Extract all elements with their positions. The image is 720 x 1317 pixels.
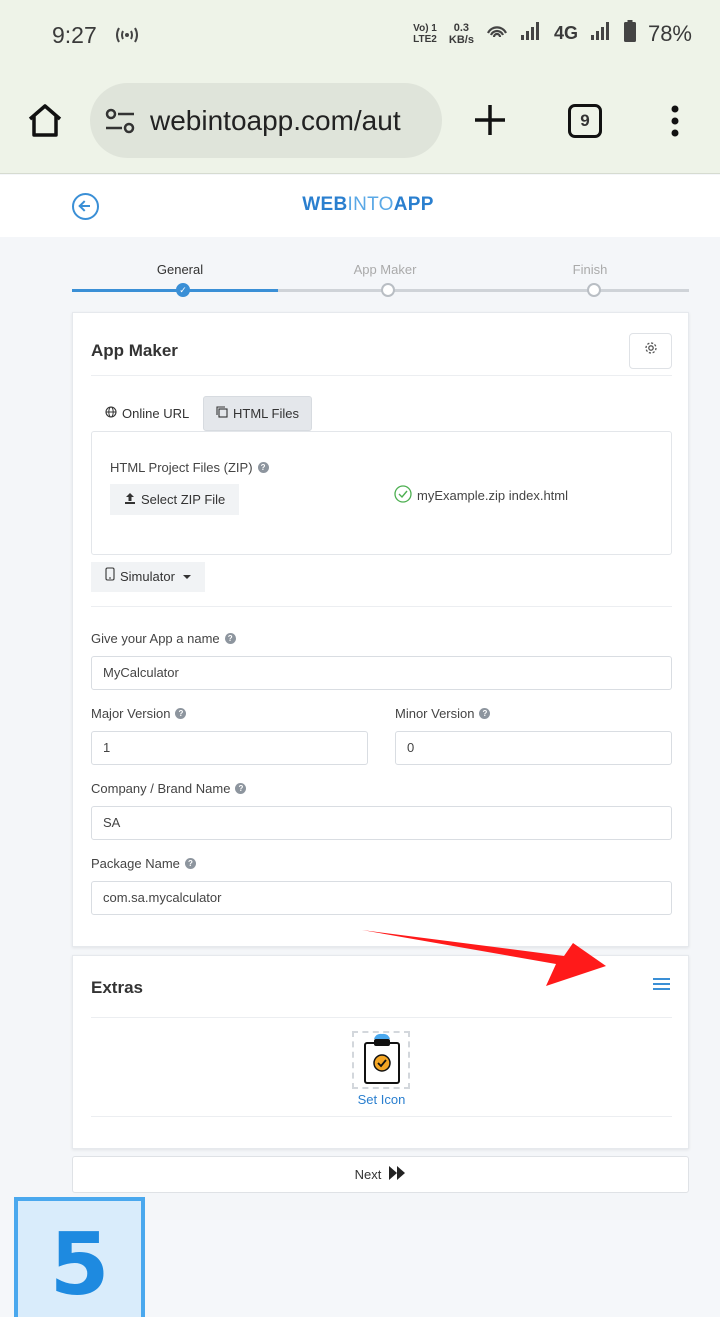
gear-icon[interactable] (629, 333, 672, 369)
select-zip-button[interactable]: Select ZIP File (110, 484, 240, 515)
major-version-input[interactable]: 1 (91, 731, 368, 765)
app-maker-card: App Maker Online URL HTML Files HTML Pro… (72, 312, 689, 947)
help-icon[interactable]: ? (184, 858, 196, 869)
clipboard-icon (364, 1033, 400, 1084)
battery-percent: 78% (647, 20, 692, 46)
new-tab-icon[interactable] (472, 102, 508, 143)
divider (91, 1017, 672, 1018)
help-icon[interactable]: ? (257, 462, 269, 473)
upload-icon (124, 484, 136, 515)
tab-switcher-button[interactable]: 9 (568, 104, 602, 138)
copy-icon (216, 396, 228, 431)
page-header: WEBINTOAPP (0, 175, 720, 237)
app-name-input[interactable]: MyCalculator (91, 656, 672, 690)
set-icon-link[interactable]: Set Icon (73, 1092, 690, 1107)
battery-icon (623, 20, 636, 47)
html-files-panel: HTML Project Files (ZIP) ? Select ZIP Fi… (91, 431, 672, 555)
extras-title: Extras (91, 978, 143, 997)
step-app-maker-label: App Maker (353, 262, 417, 277)
step-dot-app-maker (381, 283, 395, 297)
caret-down-icon (182, 575, 191, 579)
network-type: 4G (553, 23, 578, 43)
volte-indicator: Vo) 1 LTE2 (413, 22, 437, 45)
menu-icon[interactable] (653, 978, 670, 991)
mobile-icon (105, 562, 115, 592)
annotation-arrow (362, 930, 606, 986)
zip-field-label: HTML Project Files (ZIP) ? (110, 460, 269, 475)
divider (91, 375, 672, 376)
wizard-stepper: General App Maker Finish ✓ (72, 257, 689, 297)
app-name-label: Give your App a name? (91, 631, 236, 646)
tab-online-url[interactable]: Online URL (93, 396, 201, 431)
app-icon-preview[interactable] (352, 1031, 410, 1089)
brand-logo: WEBINTOAPP (302, 194, 434, 215)
divider (91, 1116, 672, 1117)
status-indicators: Vo) 1 LTE2 0.3 KB/s 4G 78% (413, 20, 692, 47)
company-label: Company / Brand Name? (91, 781, 247, 796)
signal-icon-2 (590, 21, 612, 46)
browser-toolbar: webintoapp.com/aut 9 (0, 72, 720, 174)
package-input[interactable]: com.sa.mycalculator (91, 881, 672, 915)
tab-html-files[interactable]: HTML Files (203, 396, 312, 431)
web-page: WEBINTOAPP General App Maker Finish ✓ Ap… (0, 175, 720, 1220)
company-input[interactable]: SA (91, 806, 672, 840)
check-circle-icon (394, 485, 412, 506)
app-maker-title: App Maker (91, 341, 178, 360)
step-line-1 (72, 289, 278, 292)
status-time: 9:27 (52, 22, 97, 48)
status-bar: 9:27 Vo) 1 LTE2 0.3 KB/s 4G 78% (0, 0, 720, 72)
uploaded-file-status: myExample.zip index.html (394, 485, 568, 506)
step-finish-label: Finish (572, 262, 608, 277)
package-label: Package Name? (91, 856, 196, 871)
help-icon[interactable]: ? (235, 783, 247, 794)
wifi-icon (486, 21, 508, 46)
site-settings-icon[interactable] (104, 107, 136, 140)
address-bar[interactable]: webintoapp.com/aut (90, 83, 442, 158)
next-button[interactable]: Next (72, 1156, 689, 1193)
home-icon[interactable] (26, 102, 64, 143)
overflow-menu-icon[interactable] (668, 104, 682, 143)
globe-icon (105, 396, 117, 431)
help-icon[interactable]: ? (479, 708, 491, 719)
step-general-label: General (156, 262, 204, 277)
check-icon: ✓ (176, 283, 190, 297)
signal-icon (520, 21, 542, 46)
major-version-label: Major Version? (91, 706, 187, 721)
hotspot-icon (114, 24, 140, 51)
step-number-badge: 5 (14, 1197, 145, 1317)
minor-version-input[interactable]: 0 (395, 731, 672, 765)
network-speed: 0.3 KB/s (448, 21, 474, 46)
fast-forward-icon (388, 1165, 406, 1184)
help-icon[interactable]: ? (175, 708, 187, 719)
simulator-dropdown[interactable]: Simulator (91, 562, 205, 592)
step-dot-finish (587, 283, 601, 297)
url-text[interactable]: webintoapp.com/aut (150, 105, 430, 137)
step-line-2 (278, 289, 689, 292)
minor-version-label: Minor Version? (395, 706, 491, 721)
divider (91, 606, 672, 607)
help-icon[interactable]: ? (224, 633, 236, 644)
